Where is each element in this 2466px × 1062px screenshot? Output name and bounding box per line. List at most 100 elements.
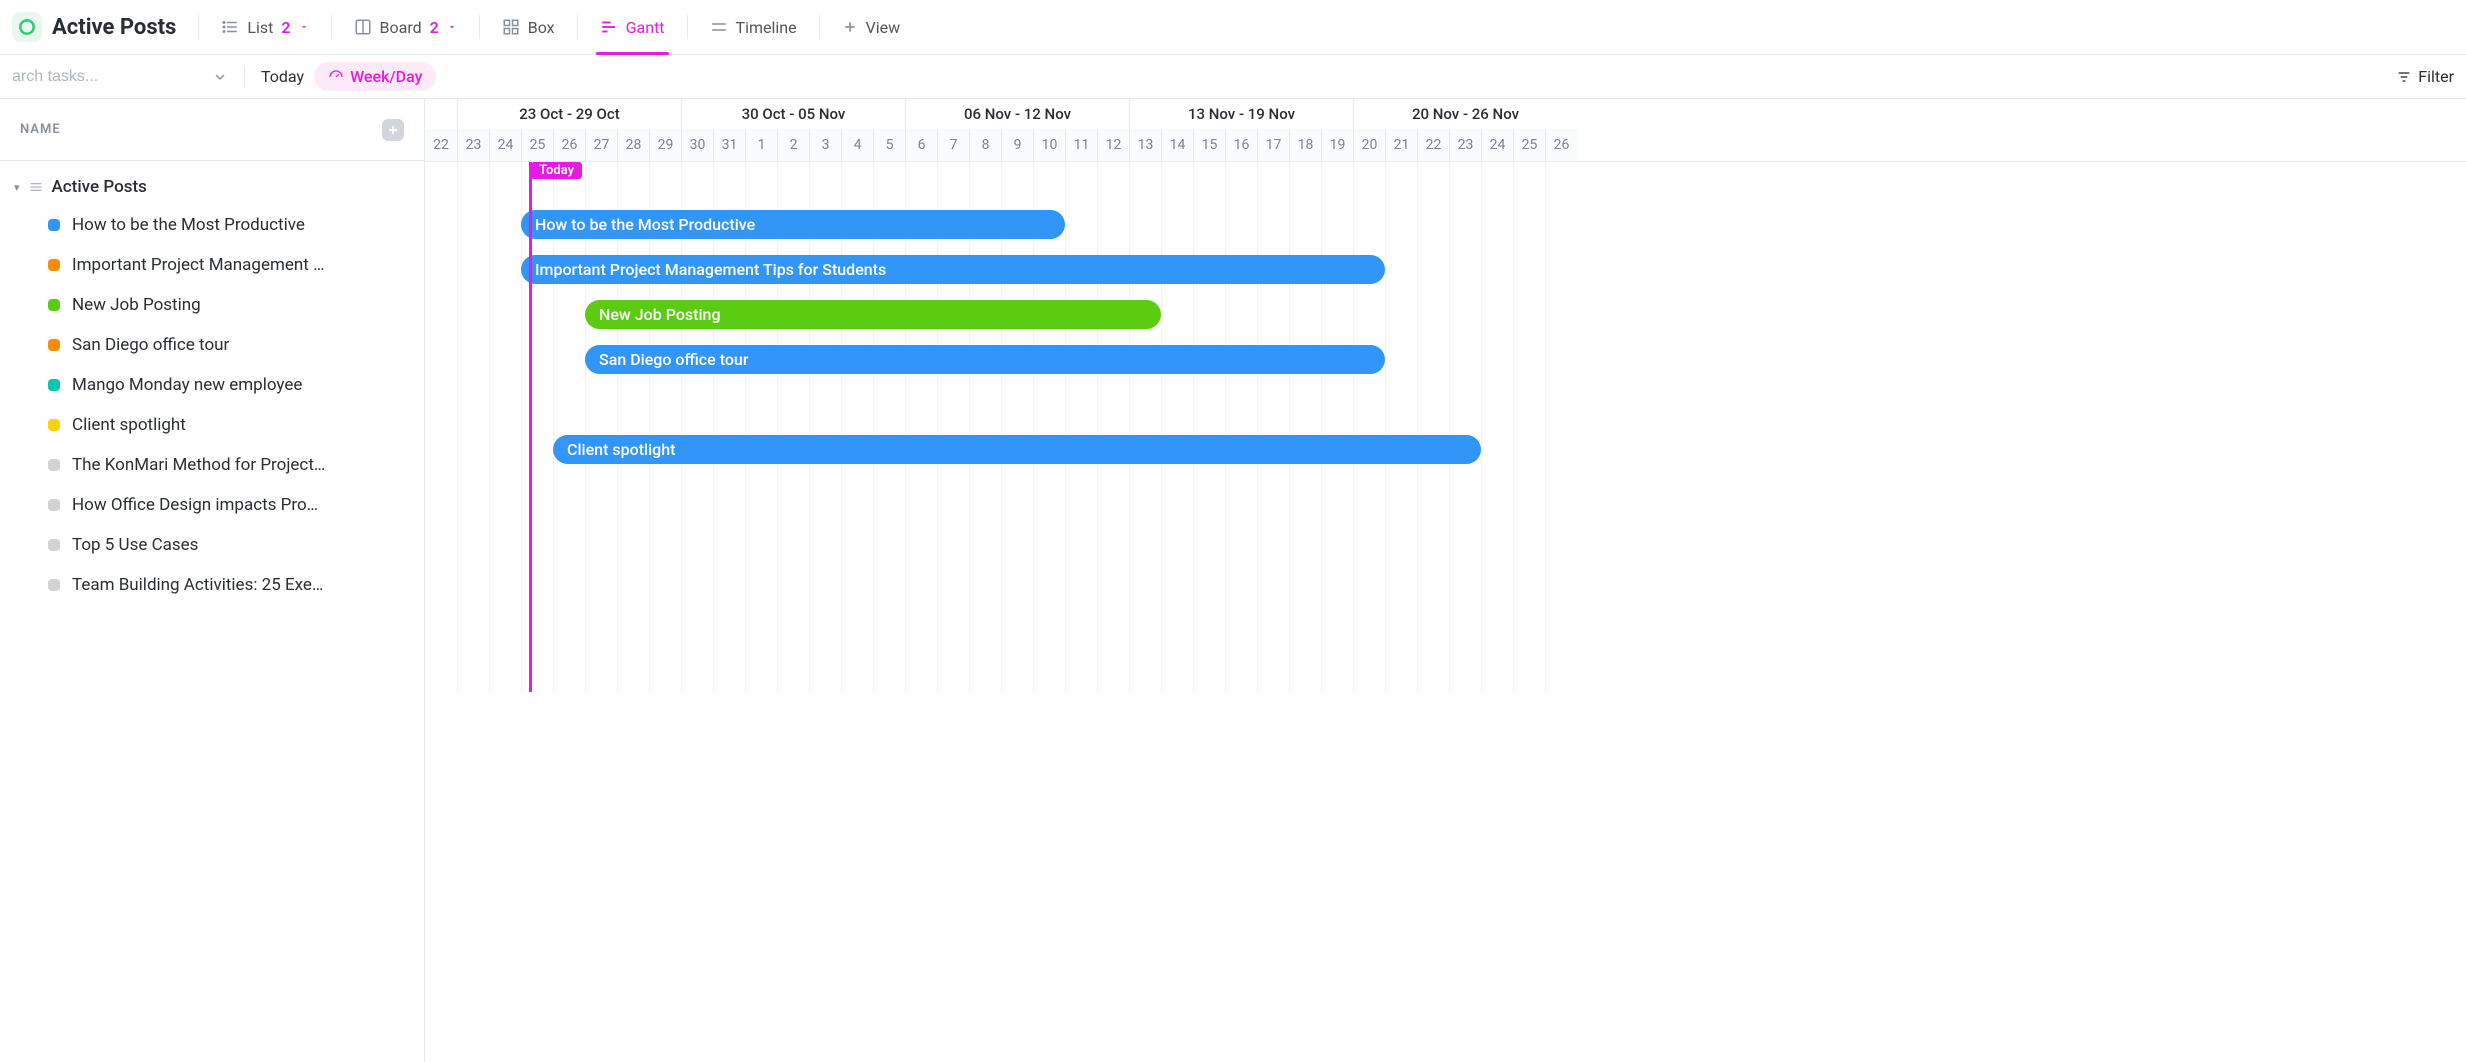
- task-row[interactable]: New Job Posting: [0, 285, 424, 325]
- today-tag: Today: [531, 162, 582, 179]
- list-lines-icon: [28, 179, 44, 195]
- timeline-body[interactable]: Today How to be the Most Productive Impor…: [425, 162, 2466, 692]
- day-cell: 24: [489, 129, 521, 161]
- day-cell: 3: [809, 129, 841, 161]
- gantt-lane: Client spotlight: [425, 427, 2466, 472]
- tab-count: 2: [430, 18, 439, 37]
- plus-icon: [842, 19, 858, 35]
- gauge-icon: [328, 69, 344, 85]
- zoom-label: Week/Day: [350, 67, 422, 86]
- collapse-icon: ▾: [14, 181, 20, 194]
- divider: [479, 15, 480, 39]
- name-column-label: NAME: [20, 122, 61, 137]
- group-row[interactable]: ▾ Active Posts: [0, 169, 424, 205]
- day-cell: 26: [553, 129, 585, 161]
- caret-icon: [447, 22, 457, 32]
- day-cell: 22: [1417, 129, 1449, 161]
- filter-label: Filter: [2418, 67, 2454, 86]
- gantt-lane: [425, 382, 2466, 427]
- day-cell: 25: [521, 129, 553, 161]
- day-cell: 20: [1353, 129, 1385, 161]
- task-row[interactable]: Important Project Management …: [0, 245, 424, 285]
- divider: [244, 66, 245, 88]
- tab-box[interactable]: Box: [492, 12, 565, 43]
- gantt-bar[interactable]: Client spotlight: [553, 435, 1481, 464]
- day-cell: 24: [1481, 129, 1513, 161]
- gantt-icon: [600, 18, 618, 36]
- day-cell: 17: [1257, 129, 1289, 161]
- task-row[interactable]: Team Building Activities: 25 Exe…: [0, 565, 424, 605]
- search-input[interactable]: [12, 68, 202, 86]
- day-cell: 30: [681, 129, 713, 161]
- filter-button[interactable]: Filter: [2396, 67, 2454, 86]
- task-row[interactable]: Client spotlight: [0, 405, 424, 445]
- add-view-button[interactable]: View: [832, 12, 911, 43]
- tab-label: Gantt: [626, 18, 665, 37]
- gantt-bar[interactable]: San Diego office tour: [585, 345, 1385, 374]
- status-dot: [48, 259, 60, 271]
- gantt-bar[interactable]: New Job Posting: [585, 300, 1161, 329]
- gantt-bar[interactable]: How to be the Most Productive: [521, 210, 1065, 239]
- week-cell: 23 Oct - 29 Oct: [457, 99, 681, 129]
- status-dot: [48, 499, 60, 511]
- list-icon: [221, 18, 239, 36]
- tab-label: Timeline: [736, 18, 797, 37]
- task-label: San Diego office tour: [72, 335, 229, 355]
- tab-timeline[interactable]: Timeline: [700, 12, 807, 43]
- task-label: Mango Monday new employee: [72, 375, 302, 395]
- today-line: [529, 162, 532, 692]
- status-dot: [48, 419, 60, 431]
- gantt-group-lane: [425, 162, 2466, 202]
- gantt-lane: How to be the Most Productive: [425, 202, 2466, 247]
- task-row[interactable]: Top 5 Use Cases: [0, 525, 424, 565]
- task-row[interactable]: The KonMari Method for Project…: [0, 445, 424, 485]
- task-label: How to be the Most Productive: [72, 215, 305, 235]
- topbar: Active Posts List 2 Board 2 Box Gantt: [0, 0, 2466, 55]
- box-icon: [502, 18, 520, 36]
- tab-label: Box: [528, 18, 555, 37]
- task-row[interactable]: San Diego office tour: [0, 325, 424, 365]
- day-cell: 6: [905, 129, 937, 161]
- gantt-lane: [425, 472, 2466, 517]
- gantt-bar[interactable]: Important Project Management Tips for St…: [521, 255, 1385, 284]
- week-row: 23 Oct - 29 Oct30 Oct - 05 Nov06 Nov - 1…: [425, 99, 2466, 129]
- gantt-lane: [425, 562, 2466, 607]
- app-icon: [12, 12, 42, 42]
- divider: [819, 15, 820, 39]
- day-cell: 15: [1193, 129, 1225, 161]
- tab-label: Board: [380, 18, 422, 37]
- gantt-panel: 23 Oct - 29 Oct30 Oct - 05 Nov06 Nov - 1…: [425, 99, 2466, 1062]
- day-cell: 14: [1161, 129, 1193, 161]
- task-row[interactable]: How to be the Most Productive: [0, 205, 424, 245]
- day-cell: 1: [745, 129, 777, 161]
- chevron-down-icon[interactable]: [212, 69, 228, 85]
- day-cell: 13: [1129, 129, 1161, 161]
- zoom-selector[interactable]: Week/Day: [314, 62, 436, 91]
- gantt-lane: [425, 607, 2466, 652]
- day-cell: 19: [1321, 129, 1353, 161]
- task-label: Client spotlight: [72, 415, 186, 435]
- status-dot: [48, 339, 60, 351]
- gantt-lane: New Job Posting: [425, 292, 2466, 337]
- timeline-header: 23 Oct - 29 Oct30 Oct - 05 Nov06 Nov - 1…: [425, 99, 2466, 162]
- today-button[interactable]: Today: [261, 67, 304, 86]
- status-dot: [48, 299, 60, 311]
- task-row[interactable]: How Office Design impacts Pro…: [0, 485, 424, 525]
- day-cell: 10: [1033, 129, 1065, 161]
- task-label: New Job Posting: [72, 295, 201, 315]
- divider: [331, 15, 332, 39]
- add-column-button[interactable]: [382, 119, 404, 141]
- day-cell: 5: [873, 129, 905, 161]
- filter-icon: [2396, 69, 2412, 85]
- task-row[interactable]: Mango Monday new employee: [0, 365, 424, 405]
- task-label: How Office Design impacts Pro…: [72, 495, 318, 515]
- tab-gantt[interactable]: Gantt: [590, 12, 675, 43]
- tab-board[interactable]: Board 2: [344, 12, 467, 43]
- tab-list[interactable]: List 2: [211, 12, 318, 43]
- day-cell: 2: [777, 129, 809, 161]
- board-icon: [354, 18, 372, 36]
- day-cell: 31: [713, 129, 745, 161]
- day-cell: 11: [1065, 129, 1097, 161]
- divider: [687, 15, 688, 39]
- day-cell: 4: [841, 129, 873, 161]
